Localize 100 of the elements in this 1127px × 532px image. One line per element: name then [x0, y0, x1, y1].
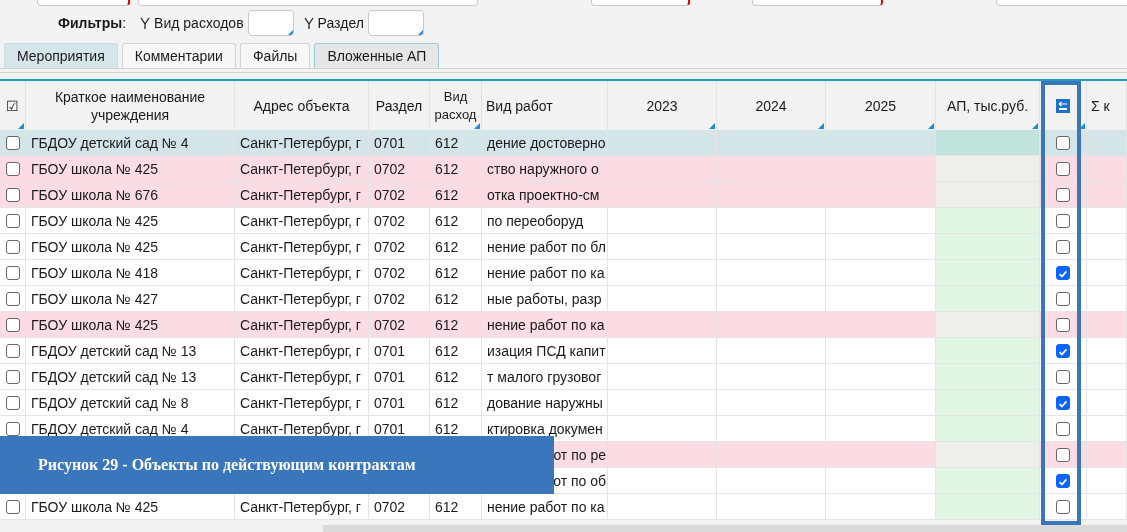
checkbox[interactable]	[1056, 135, 1070, 150]
filter-icon	[140, 16, 151, 30]
table-cell: 612	[430, 234, 482, 260]
table-cell: Санкт-Петербург, г	[235, 312, 369, 338]
table-cell: 0702	[369, 234, 430, 260]
table-cell: 0702	[369, 286, 430, 312]
checkbox[interactable]	[5, 317, 20, 332]
table-cell: 612	[430, 286, 482, 312]
checkbox[interactable]	[1056, 187, 1070, 202]
table-cell: Санкт-Петербург, г	[235, 260, 369, 286]
tab[interactable]: Комментарии	[121, 43, 236, 68]
table-cell: Санкт-Петербург, г	[235, 494, 369, 520]
table-cell: ные работы, разр	[482, 286, 608, 312]
checkbox[interactable]	[5, 291, 20, 306]
table-cell: отка проектно-см	[482, 182, 608, 208]
checkbox[interactable]	[1056, 265, 1070, 280]
table-cell: ГБОУ школа № 418	[26, 260, 235, 286]
table-cell: 0702	[369, 208, 430, 234]
table-cell: ГБОУ школа № 425	[26, 208, 235, 234]
filter-label: Вид расходов	[154, 15, 244, 31]
checkbox[interactable]	[5, 239, 20, 254]
tab[interactable]: Вложенные АП	[314, 43, 440, 68]
caption-text: Рисунок 29 - Объекты по действующим контрактам	[38, 456, 416, 474]
table-cell: 0702	[369, 182, 430, 208]
table-cell: дование наружны	[482, 390, 608, 416]
filter-icon	[303, 16, 314, 30]
table-cell: 612	[430, 338, 482, 364]
checkbox[interactable]	[5, 421, 20, 436]
checkbox[interactable]	[1056, 395, 1070, 410]
table-cell: Санкт-Петербург, г	[235, 156, 369, 182]
checkbox[interactable]	[5, 395, 20, 410]
table-cell: ГБДОУ детский сад № 8	[26, 390, 235, 416]
checkbox[interactable]	[1056, 161, 1070, 176]
checkbox[interactable]	[5, 369, 20, 384]
checkbox[interactable]	[1056, 473, 1070, 488]
table-cell: 0702	[369, 494, 430, 520]
table-cell: ГБДОУ детский сад № 4	[26, 130, 235, 156]
checkbox[interactable]	[1056, 291, 1070, 306]
table-cell: ГБОУ школа № 425	[26, 494, 235, 520]
table-cell: 0701	[369, 338, 430, 364]
filters-label: Фильтры:	[58, 15, 127, 31]
checkbox[interactable]	[1056, 369, 1070, 384]
checkbox[interactable]	[1056, 317, 1070, 332]
tab[interactable]: Файлы	[239, 43, 311, 68]
table-cell: ГБДОУ детский сад № 13	[26, 338, 235, 364]
table-cell: 612	[430, 494, 482, 520]
table-cell: 612	[430, 130, 482, 156]
checkbox[interactable]	[1056, 499, 1070, 514]
checkbox[interactable]	[5, 135, 20, 150]
table-cell: 612	[430, 364, 482, 390]
table-cell: Санкт-Петербург, г	[235, 130, 369, 156]
table-cell: Санкт-Петербург, г	[235, 208, 369, 234]
table-cell: нение работ по ка	[482, 260, 608, 286]
table-cell: ГБОУ школа № 425	[26, 156, 235, 182]
filter-field[interactable]	[367, 10, 424, 36]
table-cell: 612	[430, 182, 482, 208]
table-cell: 0701	[369, 130, 430, 156]
table-cell: нение работ по ка	[482, 312, 608, 338]
checkbox[interactable]	[1056, 421, 1070, 436]
checkbox[interactable]	[5, 265, 20, 280]
table-cell: нение работ по ка	[482, 494, 608, 520]
table-cell: 0702	[369, 260, 430, 286]
table-cell: т малого грузовог	[482, 364, 608, 390]
table-cell: Санкт-Петербург, г	[235, 286, 369, 312]
table-cell: 0702	[369, 312, 430, 338]
table-cell: ГБДОУ детский сад № 13	[26, 364, 235, 390]
checkbox[interactable]	[5, 343, 20, 358]
scrollbar[interactable]	[323, 525, 1127, 532]
checkbox[interactable]	[1056, 343, 1070, 358]
table-cell: ство наружного о	[482, 156, 608, 182]
checkbox[interactable]	[5, 161, 20, 176]
table-cell: изация ПСД капит	[482, 338, 608, 364]
table-cell: ГБОУ школа № 676	[26, 182, 235, 208]
table-cell: 612	[430, 390, 482, 416]
table-cell: Санкт-Петербург, г	[235, 182, 369, 208]
table-cell: ГБОУ школа № 425	[26, 234, 235, 260]
table-cell: нение работ по бл	[482, 234, 608, 260]
table-cell: Санкт-Петербург, г	[235, 390, 369, 416]
checkbox[interactable]	[5, 213, 20, 228]
table-cell: ГБОУ школа № 425	[26, 312, 235, 338]
checkbox[interactable]	[5, 499, 20, 514]
table-cell: дение достоверно	[482, 130, 608, 156]
end-icon[interactable]	[1056, 98, 1070, 113]
checkbox[interactable]	[5, 187, 20, 202]
table-cell: 612	[430, 260, 482, 286]
table-cell: Санкт-Петербург, г	[235, 364, 369, 390]
table-cell: 612	[430, 208, 482, 234]
table-cell: 0702	[369, 156, 430, 182]
table-cell: Санкт-Петербург, г	[235, 234, 369, 260]
filter-label: Раздел	[317, 15, 364, 31]
filter-field[interactable]	[247, 10, 294, 36]
table-cell: 0701	[369, 364, 430, 390]
checkbox[interactable]	[1056, 213, 1070, 228]
table-cell: по переоборуд	[482, 208, 608, 234]
checkbox[interactable]	[1056, 239, 1070, 254]
tab[interactable]: Мероприятия	[4, 43, 118, 68]
checkbox[interactable]	[1056, 447, 1070, 462]
table-cell: Санкт-Петербург, г	[235, 338, 369, 364]
table-cell: 0701	[369, 390, 430, 416]
table-cell: 612	[430, 156, 482, 182]
